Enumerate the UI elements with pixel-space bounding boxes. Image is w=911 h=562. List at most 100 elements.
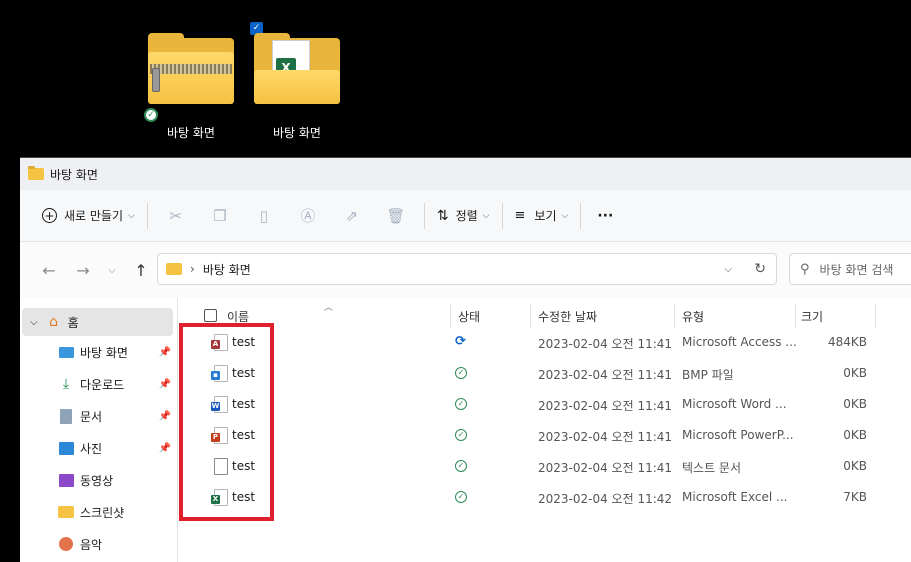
column-divider[interactable] bbox=[795, 304, 796, 328]
file-type: Microsoft Access ... bbox=[682, 335, 797, 349]
navigation-pane: ⌵ ⌂ 홈 바탕 화면 📌 ⤓ 다운로드 📌 문서 📌 사진 📌 동영상 스크린… bbox=[20, 298, 178, 562]
view-button-label: 보기 bbox=[534, 209, 557, 223]
column-divider[interactable] bbox=[530, 304, 531, 328]
new-button-label: 새로 만들기 bbox=[64, 209, 124, 223]
search-icon: ⚲ bbox=[800, 261, 810, 277]
toolbar-divider bbox=[146, 202, 148, 229]
copy-icon[interactable]: ❐ bbox=[198, 207, 242, 225]
toolbar-divider bbox=[580, 202, 582, 229]
pin-icon[interactable]: 📌 bbox=[159, 347, 171, 358]
column-divider[interactable] bbox=[674, 304, 675, 328]
breadcrumb-path[interactable]: 바탕 화면 bbox=[203, 261, 251, 278]
sort-button[interactable]: ⇅ 정렬 ⌵ bbox=[431, 200, 496, 232]
up-arrow-icon[interactable]: ↑ bbox=[124, 261, 158, 280]
expand-chevron-icon[interactable]: ⌵ bbox=[30, 317, 38, 328]
music-icon bbox=[58, 536, 74, 552]
file-type: 텍스트 문서 bbox=[682, 461, 742, 475]
synced-check-icon: ✓ bbox=[144, 108, 158, 122]
sidebar-item-downloads[interactable]: ⤓ 다운로드 📌 bbox=[20, 368, 177, 400]
folder-icon bbox=[166, 263, 182, 275]
more-icon: ··· bbox=[597, 207, 614, 224]
pin-icon[interactable]: 📌 bbox=[159, 443, 171, 454]
forward-arrow-icon[interactable]: → bbox=[66, 261, 100, 280]
view-button[interactable]: ≡ 보기 ⌵ bbox=[509, 200, 575, 232]
view-list-icon: ≡ bbox=[514, 208, 526, 223]
sidebar-item-music[interactable]: 음악 bbox=[20, 528, 177, 560]
search-input[interactable]: ⚲ 바탕 화면 검색 bbox=[789, 253, 911, 285]
pin-icon[interactable]: 📌 bbox=[159, 411, 171, 422]
plus-icon: + bbox=[42, 208, 57, 223]
available-check-icon: ✓ bbox=[455, 398, 467, 410]
download-icon: ⤓ bbox=[62, 376, 70, 392]
file-modified-date: 2023-02-04 오전 11:42 bbox=[538, 492, 673, 506]
file-size: 0KB bbox=[843, 459, 867, 473]
file-size: 0KB bbox=[843, 428, 867, 442]
sort-ascending-icon: ︿ bbox=[324, 303, 334, 313]
chevron-down-icon: ⌵ bbox=[482, 210, 490, 221]
file-modified-date: 2023-02-04 오전 11:41 bbox=[538, 461, 673, 475]
file-row[interactable]: Xtest ✓ 2023-02-04 오전 11:42 Microsoft Excel… bbox=[178, 482, 911, 513]
chevron-down-icon: ⌵ bbox=[561, 210, 569, 221]
sidebar-item-label: 음악 bbox=[80, 537, 103, 552]
column-header-size[interactable]: 크기 bbox=[801, 308, 823, 325]
desktop-icon-label: 바탕 화면 bbox=[167, 126, 215, 140]
file-size: 484KB bbox=[827, 335, 867, 349]
cut-icon[interactable]: ✂ bbox=[154, 207, 198, 225]
sidebar-item-label: 동영상 bbox=[80, 473, 114, 488]
chevron-down-icon[interactable]: ⌵ bbox=[724, 264, 732, 275]
file-row[interactable]: Ptest ✓ 2023-02-04 오전 11:41 Microsoft Power… bbox=[178, 420, 911, 451]
desktop-zip-folder[interactable]: ✓ 바탕 화면 bbox=[141, 30, 241, 141]
delete-icon[interactable]: 🗑 bbox=[374, 207, 418, 225]
title-bar[interactable]: 바탕 화면 bbox=[20, 158, 911, 190]
sidebar-item-videos[interactable]: 동영상 bbox=[20, 464, 177, 496]
sidebar-item-label: 사진 bbox=[80, 441, 103, 456]
file-modified-date: 2023-02-04 오전 11:41 bbox=[538, 430, 673, 444]
sidebar-item-pictures[interactable]: 사진 📌 bbox=[20, 432, 177, 464]
column-header-status[interactable]: 상태 bbox=[458, 308, 480, 325]
column-divider[interactable] bbox=[875, 304, 876, 328]
sync-pending-icon: ⟳ bbox=[455, 334, 466, 349]
file-modified-date: 2023-02-04 오전 11:41 bbox=[538, 399, 673, 413]
column-header-type[interactable]: 유형 bbox=[682, 308, 704, 325]
back-arrow-icon[interactable]: ← bbox=[32, 261, 66, 280]
new-button[interactable]: + 새로 만들기 ⌵ bbox=[36, 200, 141, 232]
sidebar-item-desktop[interactable]: 바탕 화면 📌 bbox=[20, 336, 177, 368]
desktop-excel-folder[interactable]: ✓ X 바탕 화면 bbox=[247, 22, 347, 141]
refresh-icon[interactable]: ↻ bbox=[754, 261, 766, 277]
rename-icon[interactable]: Ⓐ bbox=[286, 205, 330, 226]
sidebar-item-home[interactable]: ⌵ ⌂ 홈 bbox=[22, 308, 173, 336]
file-row[interactable]: ▪ test ✓ 2023-02-04 오전 11:41 BMP 파일 0KB bbox=[178, 358, 911, 389]
sidebar-item-documents[interactable]: 문서 📌 bbox=[20, 400, 177, 432]
toolbar-divider bbox=[423, 202, 425, 229]
document-icon bbox=[58, 408, 74, 424]
folder-icon bbox=[58, 504, 74, 520]
select-all-checkbox[interactable] bbox=[204, 309, 217, 322]
address-bar[interactable]: › 바탕 화면 ⌵ ↻ bbox=[157, 253, 777, 285]
pictures-icon bbox=[58, 440, 74, 456]
file-type: Microsoft PowerP... bbox=[682, 428, 794, 442]
search-placeholder: 바탕 화면 검색 bbox=[819, 262, 894, 277]
sidebar-item-label: 바탕 화면 bbox=[80, 345, 128, 360]
chevron-down-icon: ⌵ bbox=[128, 210, 135, 221]
more-options-button[interactable]: ··· bbox=[587, 200, 619, 232]
sidebar-item-label: 홈 bbox=[67, 315, 79, 330]
paste-icon[interactable]: ▯ bbox=[242, 207, 286, 225]
sidebar-item-label: 문서 bbox=[80, 409, 103, 424]
file-type: Microsoft Excel ... bbox=[682, 490, 788, 504]
column-divider[interactable] bbox=[450, 304, 451, 328]
toolbar-divider bbox=[501, 202, 503, 229]
file-row[interactable]: test ✓ 2023-02-04 오전 11:41 텍스트 문서 0KB bbox=[178, 451, 911, 482]
available-check-icon: ✓ bbox=[455, 491, 467, 503]
desktop-icon-label: 바탕 화면 bbox=[273, 126, 321, 140]
folder-icon bbox=[28, 166, 44, 180]
sidebar-item-label: 스크린샷 bbox=[80, 505, 125, 520]
sidebar-item-screenshots[interactable]: 스크린샷 bbox=[20, 496, 177, 528]
file-list: ︿ 이름 상태 수정한 날짜 유형 크기 Atest ⟳ 2023-02-04 오전… bbox=[178, 298, 911, 562]
pin-icon[interactable]: 📌 bbox=[159, 379, 171, 390]
file-row[interactable]: Atest ⟳ 2023-02-04 오전 11:41 Microsoft Acces… bbox=[178, 327, 911, 358]
file-row[interactable]: Wtest ✓ 2023-02-04 오전 11:41 Microsoft Word … bbox=[178, 389, 911, 420]
column-header-modified[interactable]: 수정한 날짜 bbox=[538, 308, 597, 325]
recent-locations-chevron-icon[interactable]: ⌵ bbox=[100, 265, 124, 276]
window-title: 바탕 화면 bbox=[50, 167, 98, 182]
share-icon[interactable]: ⇗ bbox=[330, 207, 374, 225]
